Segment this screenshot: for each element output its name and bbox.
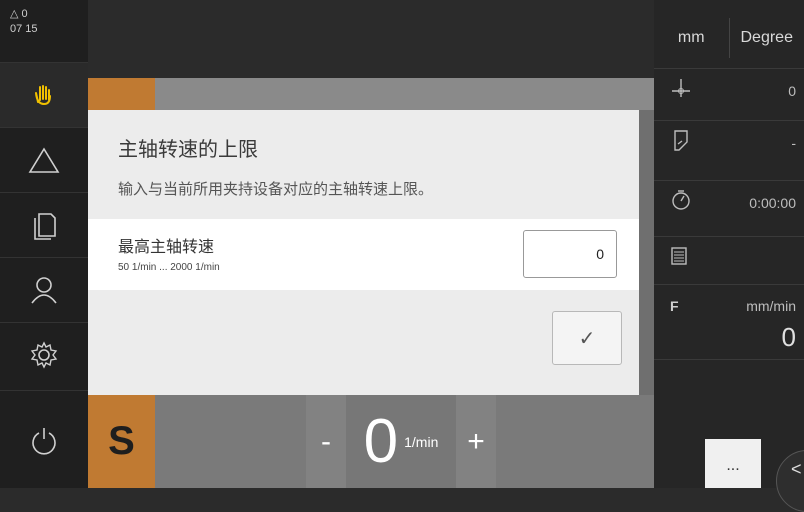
main-header xyxy=(88,0,654,78)
tool-value: - xyxy=(791,135,796,151)
sidebar: △ 0 07 15 xyxy=(0,0,88,488)
timer-row[interactable]: 0:00:00 xyxy=(654,180,804,224)
spindle-plus-button[interactable]: + xyxy=(456,395,496,488)
hand-icon xyxy=(31,82,57,108)
feed-unit: mm/min xyxy=(746,298,796,314)
tool-row[interactable]: - xyxy=(654,120,804,164)
confirm-button[interactable]: ✓ xyxy=(552,311,622,365)
max-speed-input[interactable] xyxy=(523,230,617,278)
spindle-speed-control: - 0 1/min + xyxy=(306,395,496,488)
sidebar-item-settings[interactable] xyxy=(0,322,88,387)
max-speed-field-row: 最高主轴转速 50 1/min ... 2000 1/min xyxy=(88,219,639,290)
sidebar-item-user[interactable] xyxy=(0,257,88,322)
datum-icon xyxy=(670,77,692,104)
max-speed-range: 50 1/min ... 2000 1/min xyxy=(118,262,220,273)
feed-label: F xyxy=(670,298,679,314)
spindle-speed-value: 0 xyxy=(364,406,398,477)
gear-icon xyxy=(30,341,58,369)
spindle-speed-unit: 1/min xyxy=(404,434,438,450)
sidebar-item-manual[interactable] xyxy=(0,62,88,127)
user-icon xyxy=(29,275,59,305)
dialog-title: 主轴转速的上限 xyxy=(118,133,258,162)
unit-selector: mm Degree xyxy=(654,18,804,58)
feed-value: 0 xyxy=(782,322,796,353)
sidebar-item-mdi[interactable] xyxy=(0,127,88,192)
sidebar-item-power[interactable] xyxy=(0,390,88,489)
calculator-row[interactable] xyxy=(654,236,804,280)
status-panel: mm Degree 0 - 0:00:00 F mm/min 0 xyxy=(654,0,804,488)
spindle-speed-display[interactable]: 0 1/min xyxy=(346,395,456,488)
checkmark-icon: ✓ xyxy=(579,326,596,351)
timer-value: 0:00:00 xyxy=(749,195,796,211)
sidebar-item-files[interactable] xyxy=(0,192,88,257)
axis-strip-marker xyxy=(88,78,155,110)
chevron-left-icon: < xyxy=(791,459,802,480)
calculator-icon xyxy=(670,246,688,271)
warning-count: 0 xyxy=(22,8,28,20)
unit-linear[interactable]: mm xyxy=(654,18,730,58)
warning-indicator: △ 0 xyxy=(10,7,28,20)
spindle-limit-dialog: 主轴转速的上限 输入与当前所用夹持设备对应的主轴转速上限。 最高主轴转速 50 … xyxy=(88,110,639,395)
datum-value: 0 xyxy=(788,83,796,99)
max-speed-label: 最高主轴转速 xyxy=(118,233,214,257)
tool-icon xyxy=(670,128,692,157)
triangle-icon xyxy=(28,146,60,174)
dialog-description: 输入与当前所用夹持设备对应的主轴转速上限。 xyxy=(118,178,433,199)
more-button[interactable]: ... xyxy=(705,439,761,488)
power-icon xyxy=(30,425,58,455)
spindle-minus-button[interactable]: - xyxy=(306,395,346,488)
datum-row[interactable]: 0 xyxy=(654,68,804,112)
status-area[interactable]: △ 0 07 15 xyxy=(0,0,88,62)
document-icon xyxy=(31,210,57,240)
axis-strip xyxy=(88,78,654,110)
clock: 07 15 xyxy=(10,23,38,35)
warning-icon: △ xyxy=(10,8,18,20)
stopwatch-icon xyxy=(670,189,692,216)
unit-angle[interactable]: Degree xyxy=(730,18,804,58)
spindle-label[interactable]: S xyxy=(88,395,155,488)
